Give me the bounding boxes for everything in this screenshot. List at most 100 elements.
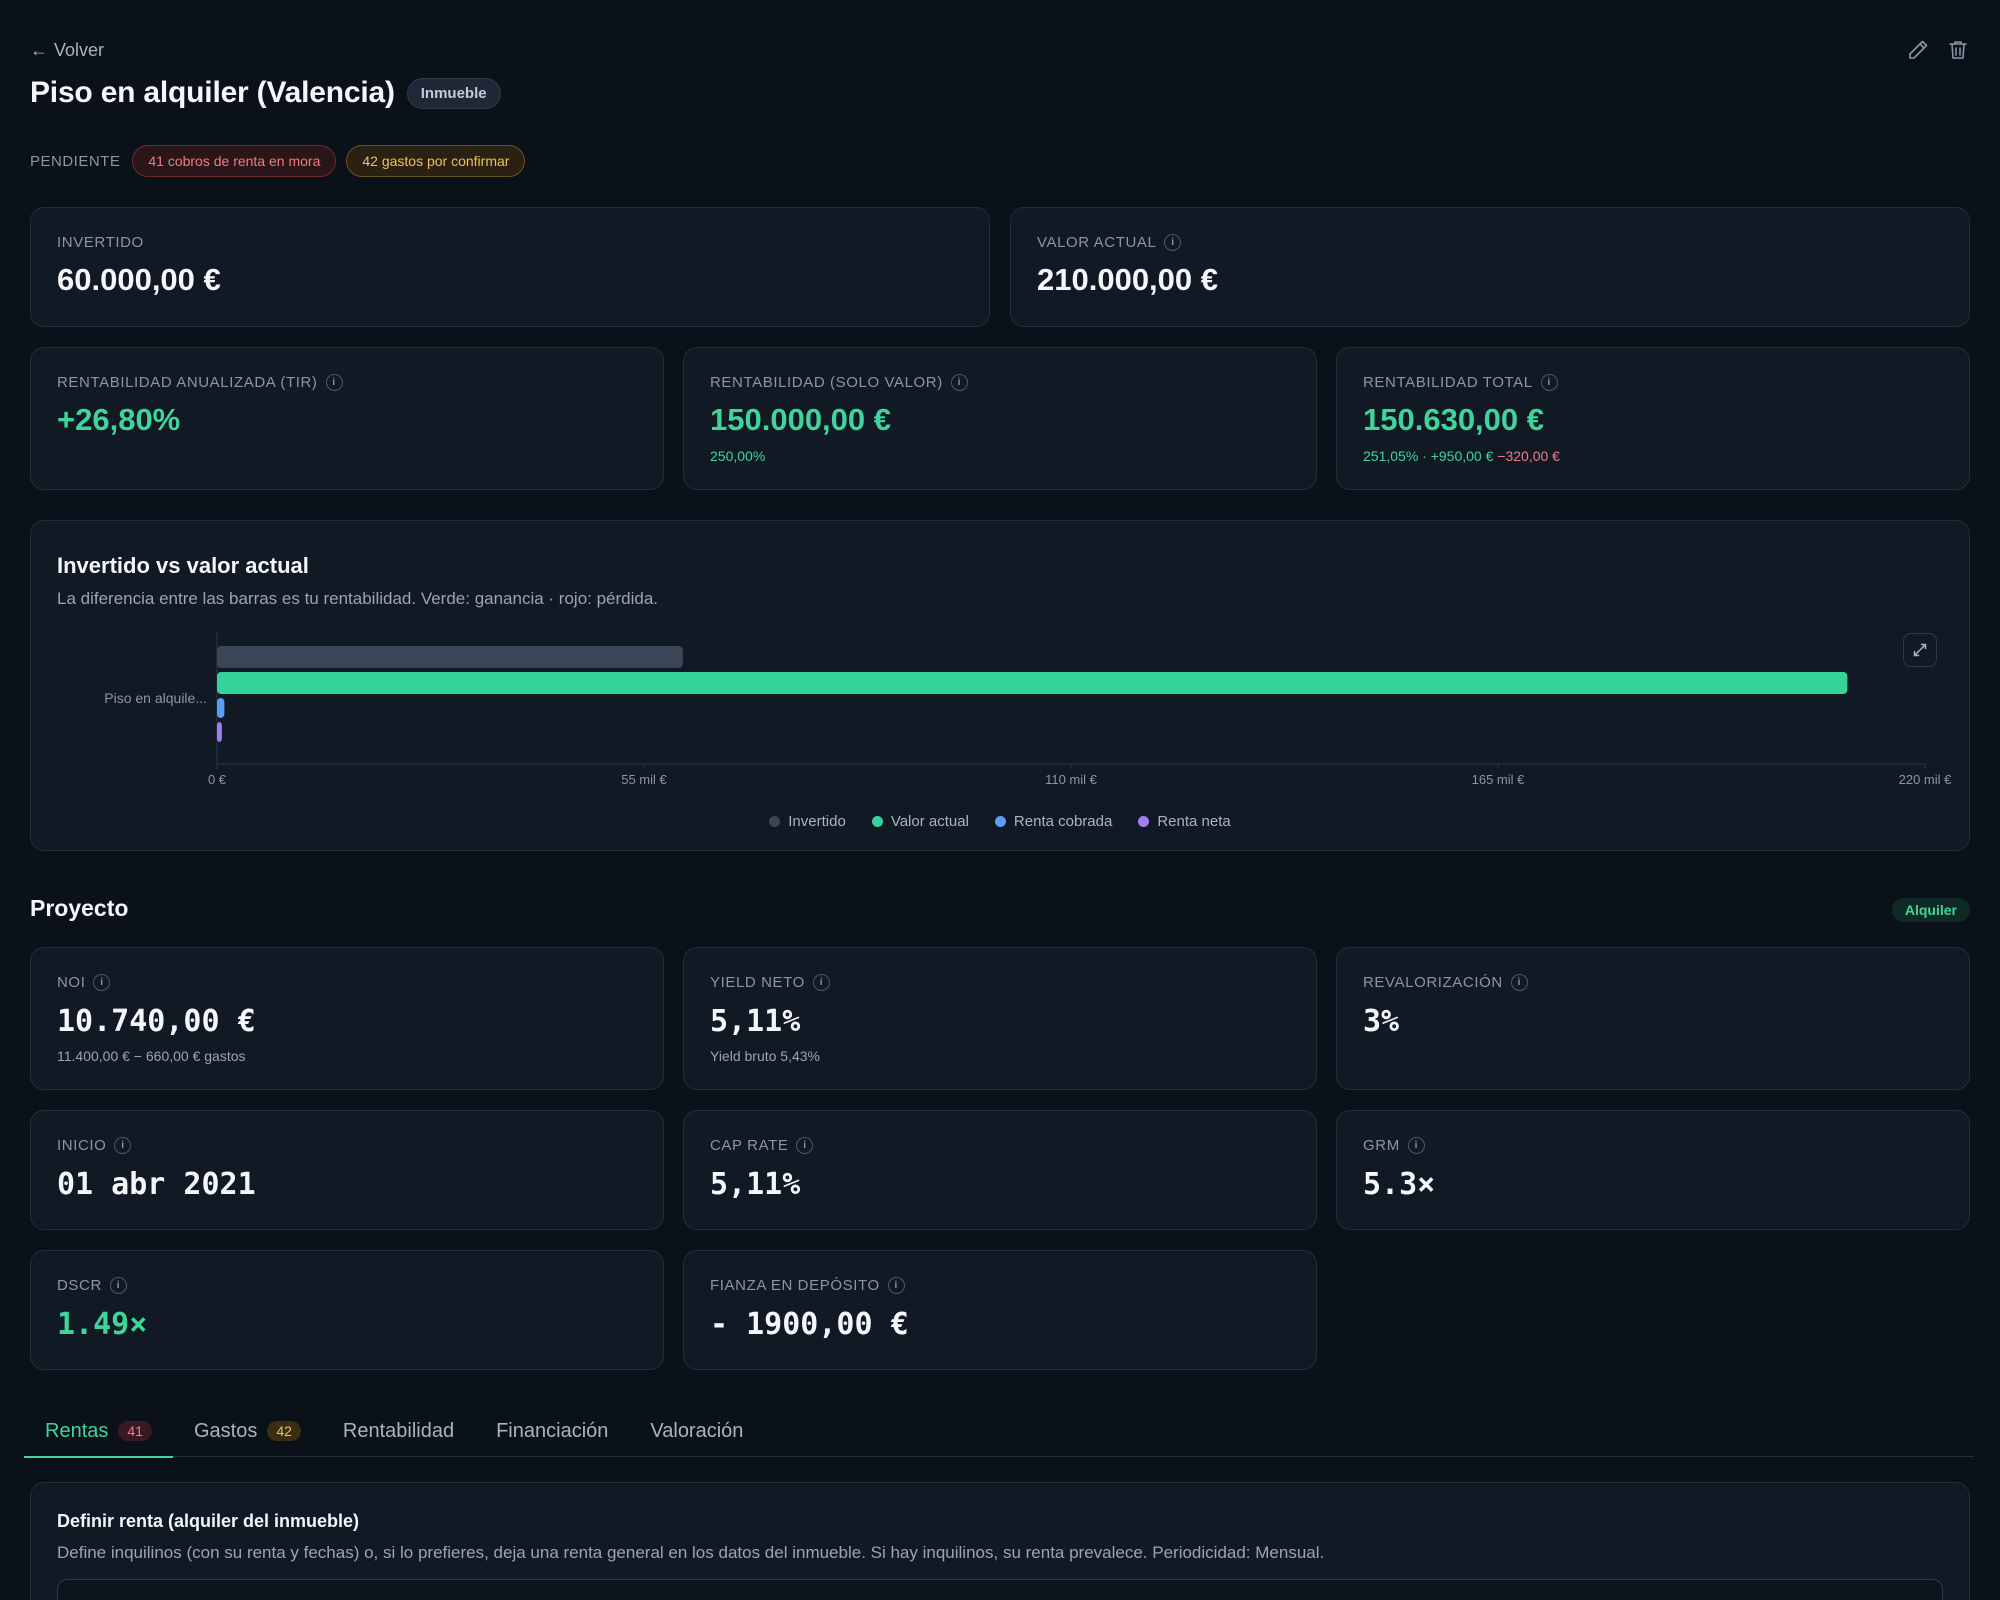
pending-row: PENDIENTE 41 cobros de renta en mora 42 …: [30, 145, 526, 177]
chart-legend: Invertido Valor actual Renta cobrada Renta …: [31, 813, 1969, 830]
info-icon[interactable]: i: [114, 1137, 132, 1154]
cap-rate-label: CAP RATE: [710, 1137, 789, 1154]
current-value-value: 210.000,00 €: [1037, 262, 1219, 297]
total-return-negative: −320,00 €: [1497, 448, 1560, 464]
net-yield-sub: Yield bruto 5,43%: [710, 1048, 820, 1064]
x-tick-label: 55 mil €: [621, 772, 667, 787]
tab-label: Rentabilidad: [342, 1419, 455, 1442]
tab-gastos[interactable]: Gastos 42: [173, 1405, 322, 1457]
tab-financiacion[interactable]: Financiación: [475, 1405, 629, 1457]
info-icon[interactable]: i: [93, 974, 111, 991]
current-value-card: VALOR ACTUAL i 210.000,00 €: [1010, 207, 1970, 327]
bar-invertido: [217, 646, 683, 668]
rent-definition-title: Definir renta (alquiler del inmueble): [57, 1511, 360, 1531]
start-value: 01 abr 2021: [57, 1167, 256, 1202]
deposit-value: - 1900,00 €: [710, 1307, 909, 1342]
x-tick-label: 0 €: [208, 772, 227, 787]
expand-icon[interactable]: [1903, 633, 1937, 667]
pencil-icon[interactable]: [1906, 38, 1930, 62]
legend-item[interactable]: Valor actual: [871, 813, 969, 830]
info-icon[interactable]: i: [109, 1277, 127, 1294]
info-icon[interactable]: i: [1164, 234, 1182, 251]
cap-rate-value: 5,11%: [710, 1167, 801, 1202]
legend-item[interactable]: Invertido: [769, 813, 846, 830]
tab-label: Financiación: [496, 1419, 609, 1442]
cap-rate-card: CAP RATE i 5,11%: [683, 1110, 1317, 1230]
grm-label: GRM: [1363, 1137, 1400, 1154]
deposit-card: FIANZA EN DEPÓSITO i - 1900,00 €: [683, 1250, 1317, 1370]
tab-rentabilidad[interactable]: Rentabilidad: [322, 1405, 475, 1457]
legend-item[interactable]: Renta neta: [1138, 813, 1231, 830]
value-return-label-wrap: RENTABILIDAD (SOLO VALOR) i: [710, 374, 968, 391]
tab-valoracion[interactable]: Valoración: [629, 1405, 764, 1457]
dscr-label: DSCR: [57, 1277, 102, 1294]
legend-label: Renta cobrada: [1013, 813, 1113, 830]
bar-valor-actual: [217, 672, 1848, 694]
irr-label-wrap: RENTABILIDAD ANUALIZADA (TIR) i: [57, 374, 343, 391]
tab-label: Gastos: [193, 1419, 258, 1442]
info-icon[interactable]: i: [796, 1137, 814, 1154]
irr-value: +26,80%: [57, 402, 181, 437]
value-return-card: RENTABILIDAD (SOLO VALOR) i 150.000,00 €…: [683, 347, 1317, 490]
total-return-card: RENTABILIDAD TOTAL i 150.630,00 € 251,05…: [1336, 347, 1970, 490]
info-icon[interactable]: i: [812, 974, 830, 991]
net-yield-card: YIELD NETO i 5,11% Yield bruto 5,43%: [683, 947, 1317, 1090]
info-icon[interactable]: i: [950, 374, 968, 391]
noi-label: NOI: [57, 974, 86, 991]
dscr-card: DSCR i 1.49×: [30, 1250, 664, 1370]
project-type-badge: Alquiler: [1891, 898, 1970, 922]
current-value-label-wrap: VALOR ACTUAL i: [1037, 234, 1182, 251]
info-icon[interactable]: i: [1540, 374, 1558, 391]
grm-value: 5.3×: [1363, 1167, 1436, 1202]
deposit-label: FIANZA EN DEPÓSITO: [710, 1277, 880, 1294]
info-icon[interactable]: i: [887, 1277, 905, 1294]
dscr-label-wrap: DSCR i: [57, 1277, 127, 1294]
noi-value: 10.740,00 €: [57, 1004, 256, 1039]
bar-chart: 0 € 55 mil € 110 mil € 165 mil € 220 mil € Pi…: [104, 631, 1953, 787]
start-label-wrap: INICIO i: [57, 1137, 132, 1154]
trash-icon[interactable]: [1946, 38, 1970, 62]
irr-label: RENTABILIDAD ANUALIZADA (TIR): [57, 374, 318, 391]
total-return-breakdown: 251,05% · +950,00 € −320,00 €: [1363, 448, 1560, 464]
total-return-value: 150.630,00 €: [1363, 402, 1545, 437]
appreciation-label-wrap: REVALORIZACIÓN i: [1363, 974, 1528, 991]
noi-sub: 11.400,00 € − 660,00 € gastos: [57, 1048, 246, 1064]
info-icon[interactable]: i: [1407, 1137, 1425, 1154]
invested-label: INVERTIDO: [57, 234, 144, 251]
grm-label-wrap: GRM i: [1363, 1137, 1425, 1154]
rent-definition-field[interactable]: [57, 1579, 1943, 1600]
expenses-pending-badge[interactable]: 42 gastos por confirmar: [346, 145, 526, 177]
x-tick-label: 220 mil €: [1899, 772, 1953, 787]
irr-card: RENTABILIDAD ANUALIZADA (TIR) i +26,80%: [30, 347, 664, 490]
legend-swatch: [769, 816, 781, 827]
rent-overdue-badge[interactable]: 41 cobros de renta en mora: [132, 145, 337, 177]
legend-label: Renta neta: [1157, 813, 1231, 830]
rent-definition-card: Definir renta (alquiler del inmueble) De…: [30, 1482, 1970, 1600]
total-return-positive: 251,05% · +950,00 €: [1363, 448, 1494, 464]
legend-swatch: [1138, 816, 1150, 827]
x-tick-label: 165 mil €: [1472, 772, 1526, 787]
tab-rentas[interactable]: Rentas 41: [24, 1405, 173, 1458]
invested-value: 60.000,00 €: [57, 262, 221, 297]
legend-swatch: [994, 816, 1006, 827]
legend-label: Valor actual: [890, 813, 969, 830]
legend-swatch: [871, 816, 883, 827]
title-row: Piso en alquiler (Valencia) Inmueble: [30, 76, 501, 110]
value-return-value: 150.000,00 €: [710, 402, 892, 437]
info-icon[interactable]: i: [1510, 974, 1528, 991]
value-return-label: RENTABILIDAD (SOLO VALOR): [710, 374, 943, 391]
page-title: Piso en alquiler (Valencia): [30, 76, 395, 109]
total-return-label-wrap: RENTABILIDAD TOTAL i: [1363, 374, 1558, 391]
cap-rate-label-wrap: CAP RATE i: [710, 1137, 814, 1154]
back-label: Volver: [54, 40, 105, 60]
current-value-label: VALOR ACTUAL: [1037, 234, 1157, 251]
tab-count-badge: 41: [118, 1421, 152, 1441]
tab-bar: Rentas 41 Gastos 42 Rentabilidad Financi…: [24, 1405, 1974, 1458]
back-link[interactable]: ← Volver: [30, 40, 104, 61]
bar-renta-cobrada: [217, 698, 225, 718]
value-return-percent: 250,00%: [710, 448, 766, 464]
tab-count-badge: 42: [267, 1421, 301, 1441]
info-icon[interactable]: i: [325, 374, 343, 391]
legend-item[interactable]: Renta cobrada: [994, 813, 1113, 830]
noi-card: NOI i 10.740,00 € 11.400,00 € − 660,00 €…: [30, 947, 664, 1090]
